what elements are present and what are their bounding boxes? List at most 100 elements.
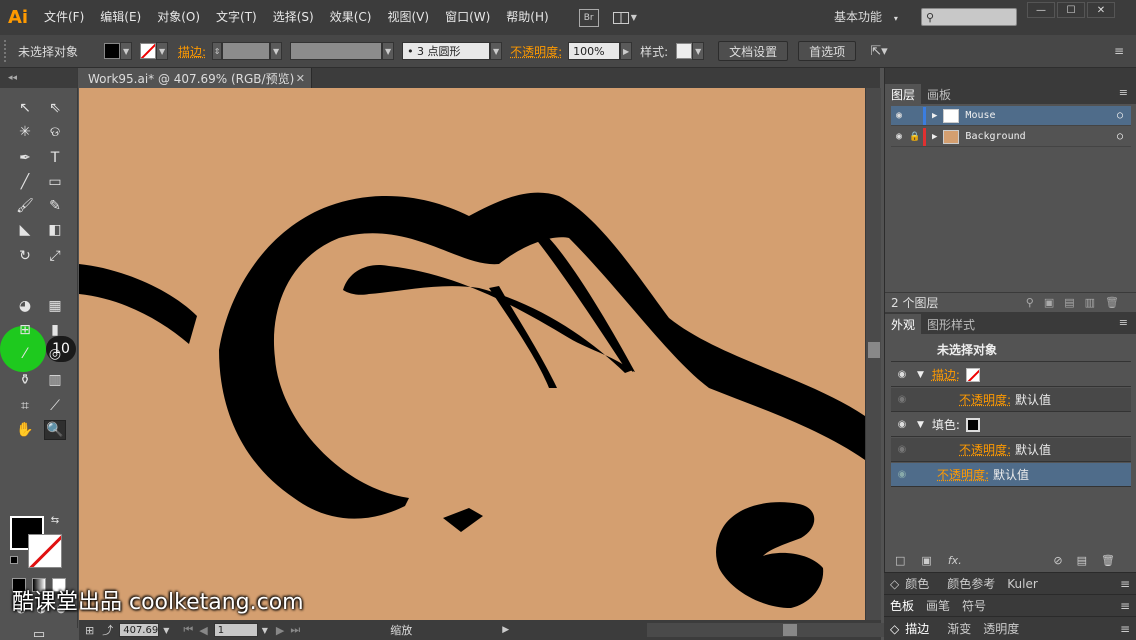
mesh-tool-icon[interactable]: ⊞ <box>14 320 36 340</box>
prev-page-icon[interactable]: ◀ <box>199 624 207 637</box>
layer-row-background[interactable]: ◉ 🔒 ▶ Background ○ <box>891 127 1131 147</box>
stroke-none-swatch[interactable] <box>965 367 980 382</box>
layer-name[interactable]: Background <box>965 131 1025 142</box>
stroke-color-box[interactable] <box>28 534 62 568</box>
pencil-tool-icon[interactable]: ✎ <box>44 196 66 216</box>
fill-label[interactable]: 填色: <box>932 416 960 433</box>
tab-appearance[interactable]: 外观 <box>885 314 922 334</box>
brush-definition[interactable]: • 3 点圆形 <box>402 42 491 60</box>
blend-tool-icon[interactable]: ◎ <box>44 344 66 364</box>
panel-menu-icon[interactable]: ≡ <box>1114 622 1136 636</box>
visibility-eye-icon[interactable]: ◉ <box>891 369 913 380</box>
mouse-ear-detail-stroke[interactable] <box>489 286 557 388</box>
lasso-tool-icon[interactable]: ଡ <box>44 122 66 142</box>
default-colors-icon[interactable] <box>10 556 18 564</box>
visibility-eye-icon[interactable]: ◉ <box>891 469 913 480</box>
menu-view[interactable]: 视图(V) <box>379 0 437 35</box>
menu-select[interactable]: 选择(S) <box>265 0 322 35</box>
tab-kuler[interactable]: Kuler <box>1001 577 1044 591</box>
opacity-input[interactable]: 100% <box>568 42 621 60</box>
arrange-documents-button[interactable]: ▼ <box>612 9 641 27</box>
tab-transparency[interactable]: 透明度 <box>977 620 1025 637</box>
menu-edit[interactable]: 编辑(E) <box>92 0 149 35</box>
add-fill-icon[interactable]: ▣ <box>921 554 931 567</box>
appearance-actions-icon[interactable]: ⊘▤🗑 <box>1053 554 1129 567</box>
first-page-icon[interactable]: ⏮ <box>183 623 193 637</box>
stroke-dropdown[interactable]: ▼ <box>156 42 169 60</box>
appearance-stroke-opacity-row[interactable]: ◉ 不透明度: 默认值 <box>891 388 1131 412</box>
expand-down-icon[interactable]: ▼ <box>917 370 924 380</box>
last-page-icon[interactable]: ⏭ <box>290 623 300 637</box>
mouse-eye-stroke[interactable] <box>443 508 483 532</box>
line-tool-icon[interactable]: ╱ <box>14 172 36 192</box>
stroke-label[interactable]: 描边: <box>178 43 206 60</box>
tab-color[interactable]: ◇ 颜色 <box>884 575 941 592</box>
appearance-fill-opacity-row[interactable]: ◉ 不透明度: 默认值 <box>891 438 1131 462</box>
panel-menu-icon[interactable]: ≡ <box>1114 599 1136 613</box>
maximize-button[interactable]: ☐ <box>1057 2 1085 18</box>
appearance-object-opacity-row[interactable]: ◉ 不透明度: 默认值 <box>891 463 1131 487</box>
menu-help[interactable]: 帮助(H) <box>498 0 556 35</box>
appearance-stroke-row[interactable]: ◉ ▼ 描边: <box>891 363 1131 387</box>
fill-dropdown[interactable]: ▼ <box>120 42 133 60</box>
bridge-button[interactable]: Br <box>578 8 599 27</box>
tab-swatches[interactable]: 色板 <box>884 597 920 614</box>
tab-artboards[interactable]: 画板 <box>921 84 957 104</box>
eraser-tool-icon[interactable]: ◧ <box>44 220 66 240</box>
zoom-tool-icon[interactable]: 🔍 <box>44 420 66 440</box>
mouse-ear-stroke[interactable] <box>343 265 633 373</box>
zoom-dropdown[interactable]: ▼ <box>163 626 169 635</box>
direct-selection-tool-icon[interactable]: ⇖ <box>44 98 66 118</box>
scale-tool-icon[interactable]: ⤢ <box>44 246 66 266</box>
document-setup-button[interactable]: 文档设置 <box>718 41 789 61</box>
symbol-sprayer-tool-icon[interactable]: ⚱ <box>14 370 36 390</box>
screen-mode-icon[interactable]: ▭ <box>28 624 50 640</box>
status-icon[interactable]: ⊞ <box>85 624 94 637</box>
stroke-weight-dropdown[interactable]: ▼ <box>270 42 283 60</box>
panel-dock-header[interactable] <box>885 68 1136 82</box>
menu-type[interactable]: 文字(T) <box>208 0 265 35</box>
tools-panel-header[interactable]: ◂◂ <box>0 68 77 88</box>
zoom-level-input[interactable]: 407.69 <box>119 623 160 637</box>
lock-icon[interactable]: 🔒 <box>907 132 923 142</box>
visibility-eye-icon[interactable]: ◉ <box>891 394 913 405</box>
graphic-style-swatch[interactable] <box>676 43 693 59</box>
tab-gradient[interactable]: 渐变 <box>941 620 977 637</box>
tab-brushes[interactable]: 画笔 <box>920 597 956 614</box>
variable-width-profile[interactable] <box>290 42 383 60</box>
fx-icon[interactable]: fx. <box>948 554 962 567</box>
artboard-tool-icon[interactable]: ⌗ <box>14 396 36 416</box>
page-dropdown[interactable]: ▼ <box>262 626 268 635</box>
rectangle-tool-icon[interactable]: ▭ <box>44 172 66 192</box>
visibility-eye-icon[interactable]: ◉ <box>891 444 913 455</box>
panel-menu-icon[interactable]: ≡ <box>1114 577 1136 591</box>
workspace-switcher[interactable]: 基本功能 ▾ <box>834 0 898 36</box>
opacity-label[interactable]: 不透明度: <box>510 43 562 60</box>
menu-effect[interactable]: 效果(C) <box>322 0 380 35</box>
tab-symbols[interactable]: 符号 <box>956 597 992 614</box>
panel-menu-icon[interactable]: ≡ <box>1119 316 1128 329</box>
type-tool-icon[interactable]: T <box>44 148 66 168</box>
graphic-style-dropdown[interactable]: ▼ <box>692 42 705 60</box>
close-tab-icon[interactable]: ✕ <box>296 72 305 85</box>
expand-arrow-icon[interactable]: ▶ <box>932 111 937 121</box>
panel-menu-icon[interactable]: ≡ <box>1119 86 1128 99</box>
shape-builder-tool-icon[interactable]: ◕ <box>14 296 36 316</box>
appearance-fill-row[interactable]: ◉ ▼ 填色: <box>891 413 1131 437</box>
stroke-weight-stepper[interactable]: ⇕ <box>212 42 223 60</box>
visibility-eye-icon[interactable]: ◉ <box>891 419 913 430</box>
stroke-weight-input[interactable] <box>222 42 271 60</box>
preferences-button[interactable]: 首选项 <box>798 41 857 61</box>
help-search-input[interactable]: ⚲ <box>921 8 1017 26</box>
align-icon[interactable]: ⇱▾ <box>870 44 887 59</box>
eyedropper-tool-icon[interactable]: ⁄ <box>14 344 36 364</box>
tab-stroke[interactable]: ◇ 描边 <box>884 620 941 637</box>
page-input[interactable]: 1 <box>213 623 258 637</box>
visibility-eye-icon[interactable]: ◉ <box>891 131 907 142</box>
close-button[interactable]: ✕ <box>1087 2 1115 18</box>
swap-fill-stroke-icon[interactable]: ⇆ <box>48 514 62 526</box>
profile-dropdown[interactable]: ▼ <box>382 42 395 60</box>
layer-row-mouse[interactable]: ◉ ▶ Mouse ○ <box>891 106 1131 126</box>
blob-brush-tool-icon[interactable]: ◣ <box>14 220 36 240</box>
paintbrush-tool-icon[interactable]: 🖌 <box>14 196 36 216</box>
